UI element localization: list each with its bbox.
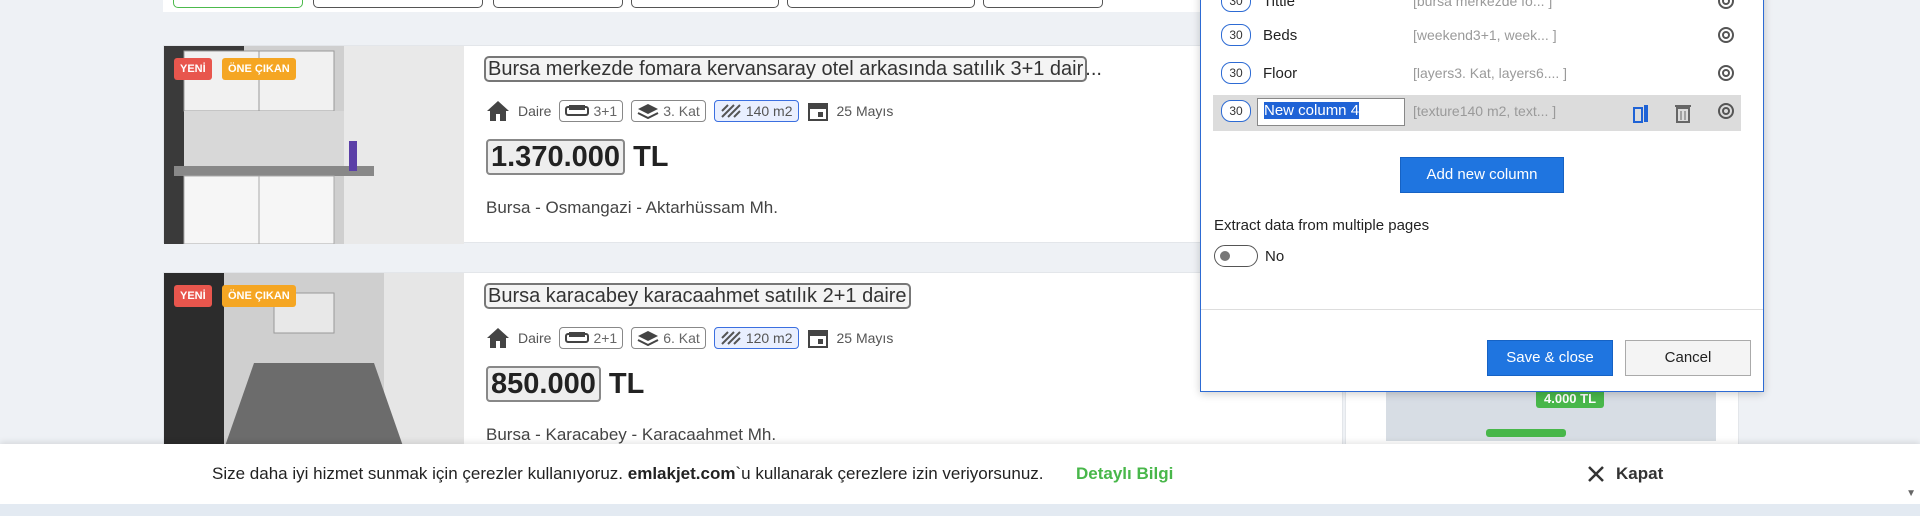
cookie-details-link[interactable]: Detaylı Bilgi bbox=[1076, 464, 1173, 484]
home-icon bbox=[487, 328, 509, 348]
floor-chip: 3. Kat bbox=[631, 100, 706, 122]
area-chip: 120 m2 bbox=[713, 327, 799, 349]
sofa-icon bbox=[565, 105, 590, 116]
listing-photo[interactable]: YENİ ÖNE ÇIKAN bbox=[164, 46, 464, 244]
home-icon bbox=[487, 101, 509, 121]
bottom-strip bbox=[0, 504, 1920, 516]
gear-icon[interactable] bbox=[1715, 0, 1737, 12]
filter-pill[interactable] bbox=[983, 0, 1103, 8]
texture-icon bbox=[721, 104, 741, 118]
badge-featured: ÖNE ÇIKAN bbox=[222, 285, 296, 307]
cancel-button[interactable]: Cancel bbox=[1625, 340, 1751, 376]
filter-pill[interactable] bbox=[787, 0, 975, 8]
column-row[interactable]: 30 Beds [weekend3+1, week... ] bbox=[1213, 19, 1741, 53]
column-name-input[interactable]: New column 4 bbox=[1257, 98, 1405, 126]
calendar-icon bbox=[807, 103, 828, 121]
badge-new: YENİ bbox=[174, 58, 212, 80]
cookie-message: Size daha iyi hizmet sunmak için çerezle… bbox=[212, 464, 1044, 483]
listing-title[interactable]: Bursa karacabey karacaahmet satılık 2+1 … bbox=[484, 283, 911, 309]
column-name: Floor bbox=[1263, 65, 1298, 82]
column-row[interactable]: 30 Tittle [bursa merkezde fo... ] bbox=[1213, 0, 1741, 19]
listing-meta: Daire 2+1 6. Kat 120 m2 25 Mayıs bbox=[486, 325, 893, 351]
gear-icon[interactable] bbox=[1715, 100, 1737, 122]
column-name: Tittle bbox=[1263, 0, 1295, 10]
column-preview: [texture140 m2, text... ] bbox=[1413, 103, 1557, 119]
multi-pages-value: No bbox=[1265, 248, 1285, 265]
column-type-icon[interactable] bbox=[1631, 102, 1653, 124]
property-type: Daire bbox=[518, 330, 552, 346]
listing-card[interactable]: YENİ ÖNE ÇIKAN Bursa merkezde fomara ker… bbox=[163, 45, 1343, 244]
add-column-button[interactable]: Add new column bbox=[1400, 157, 1564, 193]
filter-bar bbox=[163, 0, 1343, 12]
column-row-selected[interactable]: 30 New column 4 [texture140 m2, text... … bbox=[1213, 95, 1741, 131]
row-count-badge: 30 bbox=[1221, 62, 1251, 84]
column-editor-dialog: 30 Tittle [bursa merkezde fo... ] 30 Bed… bbox=[1200, 0, 1764, 392]
column-preview: [bursa merkezde fo... ] bbox=[1413, 0, 1553, 9]
trash-icon[interactable] bbox=[1673, 102, 1693, 124]
brand-name: emlakjet.com bbox=[627, 464, 736, 483]
layers-icon bbox=[637, 104, 659, 119]
save-close-button[interactable]: Save & close bbox=[1487, 340, 1613, 376]
cookie-bar: Size daha iyi hizmet sunmak için çerezle… bbox=[0, 444, 1920, 504]
calendar-icon bbox=[807, 330, 828, 348]
filter-pill[interactable] bbox=[493, 0, 623, 8]
close-icon[interactable] bbox=[1586, 464, 1606, 484]
column-preview: [layers3. Kat, layers6.... ] bbox=[1413, 65, 1568, 81]
row-count-badge: 30 bbox=[1221, 24, 1251, 46]
sofa-icon bbox=[565, 332, 590, 343]
rooms-chip: 2+1 bbox=[559, 327, 624, 349]
listing-card[interactable]: YENİ ÖNE ÇIKAN Bursa karacabey karacaahm… bbox=[163, 272, 1343, 449]
filter-pill[interactable] bbox=[631, 0, 779, 8]
column-row[interactable]: 30 Floor [layers3. Kat, layers6.... ] bbox=[1213, 57, 1741, 91]
listing-location: Bursa - Karacabey - Karacaahmet Mh. bbox=[486, 425, 777, 444]
floor-chip: 6. Kat bbox=[631, 327, 706, 349]
gear-icon[interactable] bbox=[1715, 24, 1737, 46]
listing-photo[interactable]: YENİ ÖNE ÇIKAN bbox=[164, 273, 464, 449]
badge-featured: ÖNE ÇIKAN bbox=[222, 58, 296, 80]
badge-new: YENİ bbox=[174, 285, 212, 307]
listing-date: 25 Mayıs bbox=[836, 103, 894, 119]
map-price-pin[interactable] bbox=[1486, 429, 1566, 437]
gear-icon[interactable] bbox=[1715, 62, 1737, 84]
layers-icon bbox=[637, 331, 659, 346]
column-preview: [weekend3+1, week... ] bbox=[1413, 27, 1557, 43]
listing-title[interactable]: Bursa merkezde fomara kervansaray otel a… bbox=[483, 56, 1102, 82]
multi-pages-toggle[interactable] bbox=[1214, 245, 1258, 267]
listing-date: 25 Mayıs bbox=[836, 330, 894, 346]
column-name: Beds bbox=[1263, 27, 1298, 44]
property-type: Daire bbox=[518, 103, 552, 119]
filter-pill[interactable] bbox=[173, 0, 303, 8]
listing-price: 1.370.000 TL bbox=[486, 139, 669, 175]
divider bbox=[1201, 309, 1763, 310]
scroll-down-arrow[interactable]: ▼ bbox=[1906, 488, 1916, 499]
listing-meta: Daire 3+1 3. Kat 140 m2 25 Mayıs bbox=[486, 98, 893, 124]
texture-icon bbox=[721, 331, 741, 345]
area-chip: 140 m2 bbox=[713, 100, 799, 122]
filter-pill[interactable] bbox=[313, 0, 483, 8]
row-count-badge: 30 bbox=[1221, 0, 1251, 12]
multi-pages-label: Extract data from multiple pages bbox=[1214, 217, 1430, 234]
row-count-badge: 30 bbox=[1221, 100, 1251, 122]
rooms-chip: 3+1 bbox=[559, 100, 624, 122]
listing-price: 850.000 TL bbox=[486, 366, 644, 402]
listing-location: Bursa - Osmangazi - Aktarhüssam Mh. bbox=[486, 198, 778, 217]
cookie-close-button[interactable]: Kapat bbox=[1586, 462, 1663, 486]
